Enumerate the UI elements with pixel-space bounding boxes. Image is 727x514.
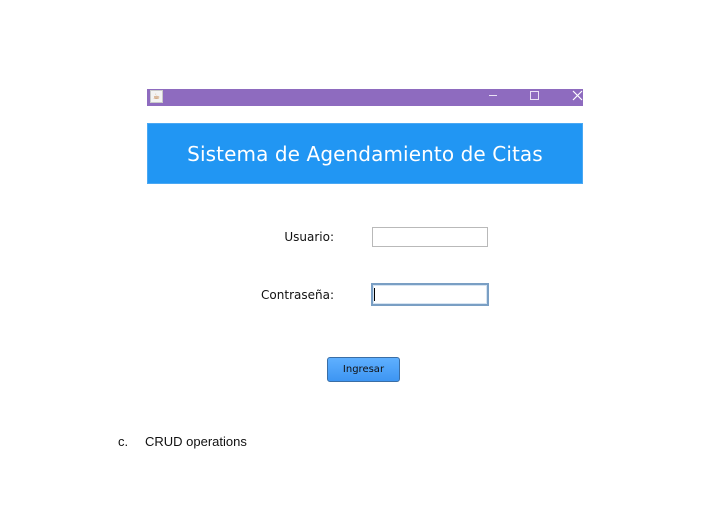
list-marker: c. bbox=[118, 434, 129, 449]
maximize-button[interactable] bbox=[520, 89, 550, 106]
maximize-icon bbox=[530, 91, 539, 100]
login-button[interactable]: Ingresar bbox=[327, 357, 400, 382]
minimize-icon bbox=[489, 95, 497, 96]
password-label: Contraseña: bbox=[261, 288, 334, 302]
window-titlebar[interactable]: ☕ bbox=[147, 89, 583, 106]
username-field[interactable] bbox=[372, 227, 488, 247]
app-title: Sistema de Agendamiento de Citas bbox=[187, 141, 543, 166]
app-banner: Sistema de Agendamiento de Citas bbox=[147, 123, 583, 184]
username-label: Usuario: bbox=[284, 230, 334, 244]
minimize-button[interactable] bbox=[480, 89, 510, 106]
text-caret bbox=[374, 288, 375, 301]
close-button[interactable] bbox=[562, 89, 592, 106]
list-item-text: CRUD operations bbox=[145, 434, 247, 449]
close-icon bbox=[572, 90, 583, 101]
java-cup-icon: ☕ bbox=[150, 90, 163, 103]
password-field[interactable] bbox=[371, 283, 489, 306]
